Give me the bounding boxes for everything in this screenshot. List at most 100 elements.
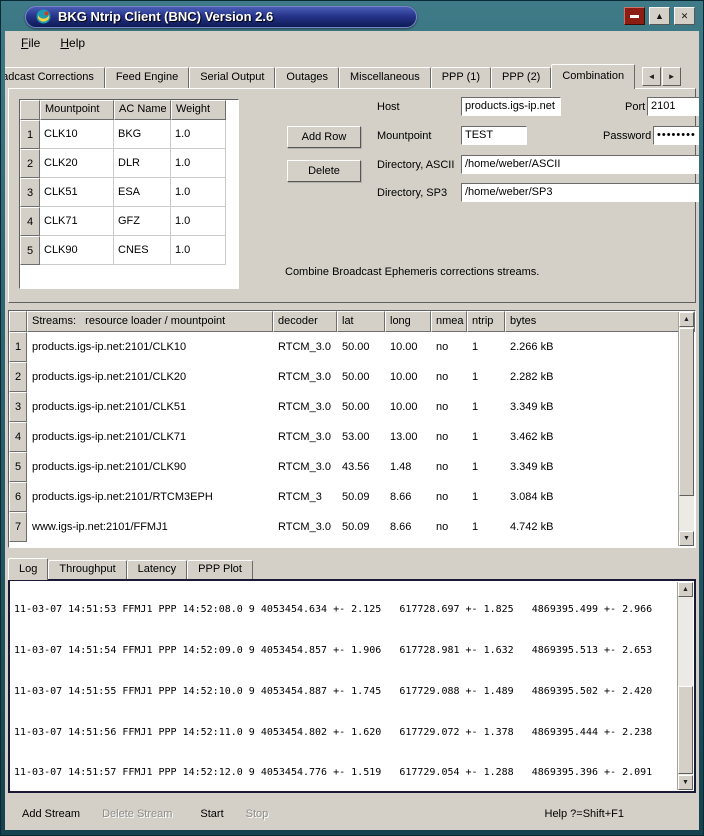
stream-decoder[interactable]: RTCM_3.0	[273, 452, 337, 482]
stream-nmea[interactable]: no	[431, 422, 467, 452]
stream-row[interactable]: 6 products.igs-ip.net:2101/RTCM3EPH RTCM…	[9, 482, 695, 512]
stream-ntrip[interactable]: 1	[467, 422, 505, 452]
tab-broadcast-corrections[interactable]: Broadcast Corrections	[5, 67, 105, 88]
stream-ntrip[interactable]: 1	[467, 392, 505, 422]
tab-scroll-left-button[interactable]: ◄	[642, 67, 661, 86]
stream-source[interactable]: www.igs-ip.net:2101/FFMJ1	[27, 512, 273, 542]
stream-ntrip[interactable]: 1	[467, 362, 505, 392]
stream-source[interactable]: products.igs-ip.net:2101/CLK71	[27, 422, 273, 452]
stream-decoder[interactable]: RTCM_3.0	[273, 362, 337, 392]
add-stream-button[interactable]: Add Stream	[16, 805, 86, 823]
tab-ppp-plot[interactable]: PPP Plot	[187, 560, 253, 579]
scroll-up-icon[interactable]: ▲	[678, 582, 693, 597]
stream-long[interactable]: 8.66	[385, 482, 431, 512]
tab-feed-engine[interactable]: Feed Engine	[105, 67, 189, 88]
stream-ntrip[interactable]: 1	[467, 482, 505, 512]
col-header-ntrip[interactable]: ntrip	[467, 311, 505, 332]
stream-nmea[interactable]: no	[431, 512, 467, 542]
stream-source[interactable]: products.igs-ip.net:2101/CLK20	[27, 362, 273, 392]
stream-long[interactable]: 10.00	[385, 332, 431, 362]
stream-lat[interactable]: 50.09	[337, 512, 385, 542]
scroll-down-icon[interactable]: ▼	[678, 775, 693, 790]
stream-source[interactable]: products.igs-ip.net:2101/CLK10	[27, 332, 273, 362]
host-input[interactable]: products.igs-ip.net	[461, 97, 561, 116]
stream-row[interactable]: 7 www.igs-ip.net:2101/FFMJ1 RTCM_3.0 50.…	[9, 512, 695, 542]
tab-scroll-right-button[interactable]: ►	[662, 67, 681, 86]
stream-row[interactable]: 5 products.igs-ip.net:2101/CLK90 RTCM_3.…	[9, 452, 695, 482]
stream-ntrip[interactable]: 1	[467, 452, 505, 482]
stream-nmea[interactable]: no	[431, 362, 467, 392]
stream-nmea[interactable]: no	[431, 392, 467, 422]
stream-lat[interactable]: 50.09	[337, 482, 385, 512]
tab-throughput[interactable]: Throughput	[48, 560, 126, 579]
close-button[interactable]: ✕	[674, 7, 695, 25]
stream-source[interactable]: products.igs-ip.net:2101/RTCM3EPH	[27, 482, 273, 512]
stream-bytes[interactable]: 4.742 kB	[505, 512, 558, 542]
stream-nmea[interactable]: no	[431, 482, 467, 512]
stream-long[interactable]: 8.66	[385, 512, 431, 542]
stream-bytes[interactable]: 2.266 kB	[505, 332, 558, 362]
stream-lat[interactable]: 50.00	[337, 332, 385, 362]
scrollbar-thumb[interactable]	[678, 686, 693, 774]
combination-row[interactable]: 4 CLK71 GFZ 1.0	[20, 207, 238, 236]
stream-row[interactable]: 2 products.igs-ip.net:2101/CLK20 RTCM_3.…	[9, 362, 695, 392]
stream-nmea[interactable]: no	[431, 452, 467, 482]
combination-row[interactable]: 5 CLK90 CNES 1.0	[20, 236, 238, 265]
stream-source[interactable]: products.igs-ip.net:2101/CLK51	[27, 392, 273, 422]
scroll-down-icon[interactable]: ▼	[679, 531, 694, 546]
combination-table[interactable]: Mountpoint AC Name Weight 1 CLK10 BKG 1.…	[19, 99, 239, 289]
cell-mountpoint[interactable]: CLK71	[40, 207, 114, 236]
col-header-weight[interactable]: Weight	[171, 100, 226, 120]
cell-weight[interactable]: 1.0	[171, 149, 226, 178]
cell-ac-name[interactable]: BKG	[114, 120, 171, 149]
cell-weight[interactable]: 1.0	[171, 120, 226, 149]
stream-lat[interactable]: 53.00	[337, 422, 385, 452]
tab-outages[interactable]: Outages	[275, 67, 339, 88]
stream-row[interactable]: 3 products.igs-ip.net:2101/CLK51 RTCM_3.…	[9, 392, 695, 422]
combination-row[interactable]: 3 CLK51 ESA 1.0	[20, 178, 238, 207]
tab-log[interactable]: Log	[8, 558, 48, 580]
tab-miscellaneous[interactable]: Miscellaneous	[339, 67, 431, 88]
cell-mountpoint[interactable]: CLK10	[40, 120, 114, 149]
cell-weight[interactable]: 1.0	[171, 207, 226, 236]
col-header-mountpoint[interactable]: Mountpoint	[40, 100, 114, 120]
stream-ntrip[interactable]: 1	[467, 332, 505, 362]
scroll-up-icon[interactable]: ▲	[679, 312, 694, 327]
cell-mountpoint[interactable]: CLK90	[40, 236, 114, 265]
log-area[interactable]: 11-03-07 14:51:53 FFMJ1 PPP 14:52:08.0 9…	[8, 579, 696, 793]
col-header-streams[interactable]: Streams: resource loader / mountpoint	[27, 311, 273, 332]
col-header-nmea[interactable]: nmea	[431, 311, 467, 332]
stream-bytes[interactable]: 3.349 kB	[505, 392, 558, 422]
stream-long[interactable]: 10.00	[385, 392, 431, 422]
scrollbar-thumb[interactable]	[679, 328, 694, 496]
stream-source[interactable]: products.igs-ip.net:2101/CLK90	[27, 452, 273, 482]
menu-help[interactable]: Help	[51, 34, 94, 52]
cell-mountpoint[interactable]: CLK51	[40, 178, 114, 207]
shade-button[interactable]: ▲	[649, 7, 670, 25]
minimize-button[interactable]	[624, 7, 645, 25]
stream-lat[interactable]: 50.00	[337, 362, 385, 392]
add-row-button[interactable]: Add Row	[287, 126, 361, 148]
cell-ac-name[interactable]: ESA	[114, 178, 171, 207]
streams-scrollbar[interactable]: ▲ ▼	[678, 312, 694, 546]
cell-weight[interactable]: 1.0	[171, 178, 226, 207]
stream-decoder[interactable]: RTCM_3.0	[273, 332, 337, 362]
stream-decoder[interactable]: RTCM_3.0	[273, 392, 337, 422]
combination-row[interactable]: 1 CLK10 BKG 1.0	[20, 120, 238, 149]
stream-bytes[interactable]: 3.349 kB	[505, 452, 558, 482]
stream-ntrip[interactable]: 1	[467, 512, 505, 542]
tab-serial-output[interactable]: Serial Output	[189, 67, 275, 88]
cell-mountpoint[interactable]: CLK20	[40, 149, 114, 178]
stream-lat[interactable]: 43.56	[337, 452, 385, 482]
log-scrollbar[interactable]: ▲ ▼	[677, 582, 693, 790]
delete-button[interactable]: Delete	[287, 160, 361, 182]
start-button[interactable]: Start	[194, 805, 229, 823]
col-header-long[interactable]: long	[385, 311, 431, 332]
stream-row[interactable]: 1 products.igs-ip.net:2101/CLK10 RTCM_3.…	[9, 332, 695, 362]
dir-sp3-input[interactable]: /home/weber/SP3	[461, 183, 699, 202]
stream-decoder[interactable]: RTCM_3.0	[273, 512, 337, 542]
cell-weight[interactable]: 1.0	[171, 236, 226, 265]
port-input[interactable]: 2101	[647, 97, 699, 116]
stream-row[interactable]: 4 products.igs-ip.net:2101/CLK71 RTCM_3.…	[9, 422, 695, 452]
title-bar[interactable]: BKG Ntrip Client (BNC) Version 2.6 ▲ ✕	[5, 4, 699, 29]
